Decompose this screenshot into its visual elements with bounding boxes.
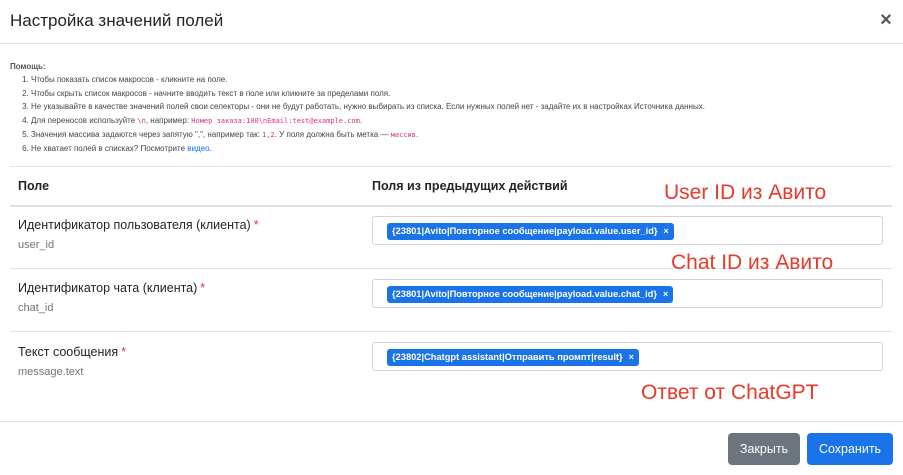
help-title: Помощь: [10, 62, 46, 71]
help-item: Значения массива задаются через запятую … [31, 128, 890, 142]
close-icon[interactable]: × [876, 9, 896, 31]
annotation-chatgpt: Ответ от ChatGPT [641, 381, 819, 404]
macro-tag-text: {23802|Chatgpt assistant|Отправить промп… [392, 352, 623, 362]
help-text: Чтобы скрыть список макросов - начните в… [31, 88, 391, 98]
help-text: . У поля должна быть метка — [274, 130, 389, 140]
video-link[interactable]: видео [187, 144, 209, 153]
help-list: Чтобы показать список макросов - кликнит… [10, 73, 890, 155]
help-text: . [209, 144, 212, 154]
required-marker: * [200, 281, 206, 295]
column-header-field: Поле [18, 179, 50, 193]
help-text: Не указывайте в качестве значений полей … [31, 102, 705, 112]
macro-tag-text: {23801|Avito|Повторное сообщение|payload… [392, 226, 658, 236]
modal-title: Настройка значений полей [10, 11, 224, 30]
help-text: , например: [145, 115, 190, 125]
close-button[interactable]: Закрыть [728, 433, 800, 465]
help-item: Чтобы показать список макросов - кликнит… [31, 73, 890, 86]
help-text: Не хватает полей в списках? Посмотрите [31, 144, 186, 154]
macro-tag: {23801|Avito|Повторное сообщение|payload… [387, 223, 674, 240]
remove-tag-icon[interactable]: × [664, 226, 669, 236]
help-item: Чтобы скрыть список макросов - начните в… [31, 87, 890, 100]
help-code: Номер заказа:100\nEmail:test@example.com [191, 116, 360, 125]
macro-tag: {23802|Chatgpt assistant|Отправить промп… [387, 349, 639, 366]
required-marker: * [253, 218, 259, 232]
header-divider [10, 205, 892, 207]
help-code: 1,2 [262, 131, 275, 140]
help-text: Значения массива задаются через запятую … [31, 130, 260, 140]
help-item: Не указывайте в качестве значений полей … [31, 100, 890, 113]
help-text: . [415, 130, 419, 140]
help-text: Для переносов используйте [31, 115, 136, 125]
field-key-message-text: message.text [18, 366, 84, 378]
message-text-value-field[interactable]: {23802|Chatgpt assistant|Отправить промп… [372, 342, 883, 371]
column-header-values: Поля из предыдущих действий [372, 179, 568, 193]
macro-tag-text: {23801|Avito|Повторное сообщение|payload… [392, 289, 657, 299]
help-text: . [359, 115, 363, 125]
field-key-user-id: user_id [18, 239, 55, 251]
row-divider [10, 331, 892, 332]
chat-id-value-field[interactable]: {23801|Avito|Повторное сообщение|payload… [372, 279, 883, 308]
user-id-value-field[interactable]: {23801|Avito|Повторное сообщение|payload… [372, 216, 883, 245]
help-text: Чтобы показать список макросов - кликнит… [31, 75, 228, 85]
annotation-user-id: User ID из Авито [664, 181, 827, 204]
field-key-chat-id: chat_id [18, 302, 54, 314]
help-code: массив [390, 131, 416, 140]
help-code: \n [137, 116, 146, 125]
required-marker: * [121, 345, 127, 359]
annotation-chat-id: Chat ID из Авито [671, 251, 834, 274]
remove-tag-icon[interactable]: × [629, 352, 634, 362]
field-label-message-text: Текст сообщения * [18, 345, 127, 359]
modal-header: Настройка значений полей × [0, 0, 903, 44]
save-button[interactable]: Сохранить [807, 433, 893, 465]
help-section: Помощь: Чтобы показать список макросов -… [10, 60, 890, 156]
remove-tag-icon[interactable]: × [663, 289, 668, 299]
macro-tag: {23801|Avito|Повторное сообщение|payload… [387, 286, 674, 303]
divider [10, 166, 892, 167]
footer-divider [0, 421, 903, 422]
field-label-chat-id: Идентификатор чата (клиента) * [18, 281, 206, 295]
field-label-user-id: Идентификатор пользователя (клиента) * [18, 218, 259, 232]
help-item: Для переносов используйте \n, например: … [31, 114, 890, 128]
help-item: Не хватает полей в списках? Посмотрите в… [31, 142, 890, 155]
